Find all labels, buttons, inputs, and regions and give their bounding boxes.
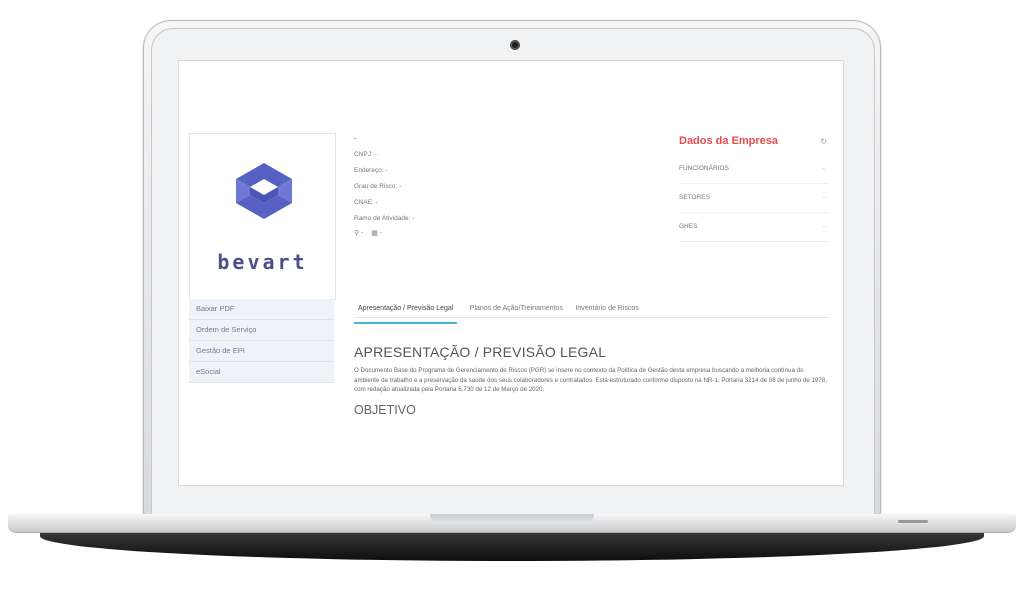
location-date-row: ⚲ - ▦ - bbox=[354, 229, 634, 237]
camera-icon bbox=[510, 40, 520, 50]
screen: bevart Baixar PDF Ordem de Serviço Gestã… bbox=[179, 61, 843, 485]
panel-row-ghes: GHES - bbox=[679, 213, 829, 242]
left-panel: bevart Baixar PDF Ordem de Serviço Gestã… bbox=[189, 133, 336, 385]
sidebar-item-baixar-pdf[interactable]: Baixar PDF bbox=[189, 299, 334, 320]
panel-row-label: FUNCIONÁRIOS bbox=[679, 165, 729, 172]
tab-content: APRESENTAÇÃO / PREVISÃO LEGAL O Document… bbox=[354, 344, 829, 417]
cnae-text: CNAE: - bbox=[354, 199, 378, 206]
laptop-base-shadow bbox=[40, 531, 984, 561]
panel-row-funcionarios: FUNCIONÁRIOS - bbox=[679, 155, 829, 184]
tab-bar: Apresentação / Previsão Legal Planos de … bbox=[354, 297, 829, 324]
cnpj-text: CNPJ: - bbox=[354, 151, 377, 158]
laptop-port bbox=[898, 520, 928, 523]
sidebar-item-esocial[interactable]: eSocial bbox=[189, 362, 334, 383]
section-paragraph: O Documento Base do Programa de Gerencia… bbox=[354, 367, 827, 393]
laptop-base-notch bbox=[430, 514, 594, 524]
tab-inventario-riscos[interactable]: Inventário de Riscos bbox=[575, 302, 638, 322]
panel-row-value: - bbox=[822, 223, 825, 230]
logo-box: bevart bbox=[189, 133, 336, 300]
company-data-panel: Dados da Empresa ↻ FUNCIONÁRIOS - SETORE… bbox=[679, 135, 829, 242]
logo-text: bevart bbox=[217, 250, 308, 274]
panel-row-value: - bbox=[822, 194, 825, 201]
tab-apresentacao[interactable]: Apresentação / Previsão Legal bbox=[354, 302, 458, 324]
sidebar-item-gestao-epi[interactable]: Gestão de EPI bbox=[189, 341, 334, 362]
panel-row-value: - bbox=[822, 165, 825, 172]
grau-risco-text: Grau de Risco: - bbox=[354, 183, 402, 190]
sidebar-menu: Baixar PDF Ordem de Serviço Gestão de EP… bbox=[189, 299, 334, 383]
panel-row-label: GHES bbox=[679, 223, 698, 230]
company-name: - bbox=[354, 133, 357, 143]
date-value: - bbox=[379, 230, 383, 237]
ramo-atividade-text: Ramo de Atividade: - bbox=[354, 215, 415, 222]
section-subheading: OBJETIVO bbox=[354, 402, 416, 417]
map-pin-icon: ⚲ bbox=[354, 230, 360, 237]
endereco-text: Endereço: - bbox=[354, 167, 388, 174]
calendar-icon: ▦ bbox=[371, 230, 378, 237]
location-value: - bbox=[361, 230, 364, 237]
bevart-logo-icon bbox=[236, 163, 292, 219]
panel-title-text: Dados da Empresa bbox=[679, 135, 779, 147]
sidebar-item-ordem-servico[interactable]: Ordem de Serviço bbox=[189, 320, 334, 341]
panel-row-setores: SETORES - bbox=[679, 184, 829, 213]
company-info: - CNPJ: - Endereço: - Grau de Risco: - C… bbox=[354, 133, 634, 237]
tab-planos-acao[interactable]: Planos de Ação/Treinamentos bbox=[470, 302, 563, 322]
panel-row-label: SETORES bbox=[679, 194, 710, 201]
refresh-icon[interactable]: ↻ bbox=[820, 137, 827, 146]
panel-title: Dados da Empresa ↻ bbox=[679, 135, 829, 155]
section-heading: APRESENTAÇÃO / PREVISÃO LEGAL bbox=[354, 344, 607, 360]
